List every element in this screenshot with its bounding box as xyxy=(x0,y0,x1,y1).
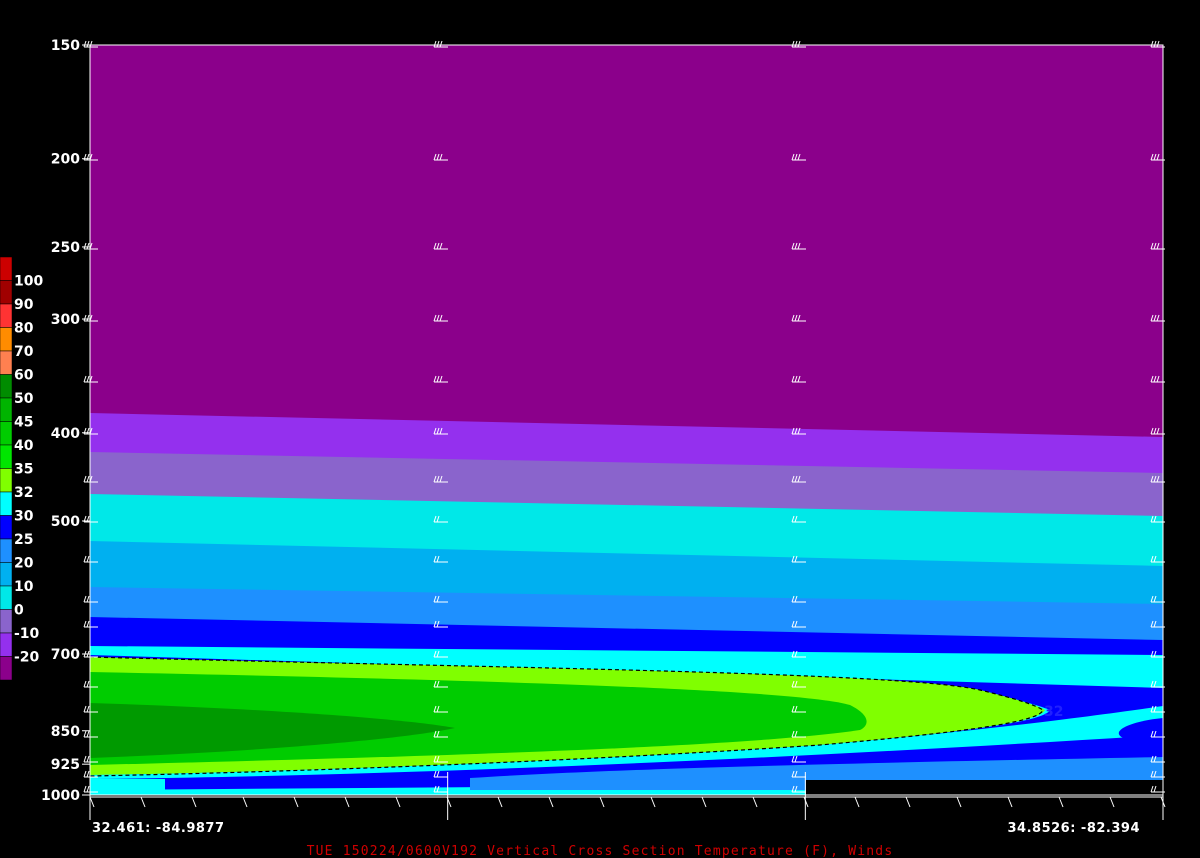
y-tick-label: 925 xyxy=(51,757,80,773)
y-tick-label: 400 xyxy=(51,426,80,442)
terrain-tick xyxy=(497,796,503,808)
terrain-tick xyxy=(89,796,95,808)
legend-swatch xyxy=(0,632,13,657)
cross-section-chart: 1502002503004005007008509251000 10090807… xyxy=(0,38,1166,858)
terrain-tick xyxy=(803,796,809,808)
legend-swatch xyxy=(0,374,13,399)
band-fill xyxy=(806,780,1163,795)
terrain-tick xyxy=(140,796,146,808)
y-tick-label: 300 xyxy=(51,312,80,328)
contour-32-label: 32 xyxy=(1044,704,1063,720)
legend-label: 70 xyxy=(14,344,34,360)
legend-swatch xyxy=(0,256,13,281)
legend-swatch xyxy=(0,280,13,305)
terrain-tick xyxy=(1109,796,1115,808)
legend-label: 30 xyxy=(14,509,34,525)
y-tick-label: 700 xyxy=(51,647,80,663)
legend-swatch xyxy=(0,350,13,375)
legend-label: 25 xyxy=(14,532,33,548)
x-start-label: 32.461: -84.9877 xyxy=(92,821,225,836)
legend-swatch xyxy=(0,585,13,610)
y-tick-label: 200 xyxy=(51,152,80,168)
legend-label: 80 xyxy=(14,321,34,337)
y-tick-label: 250 xyxy=(51,240,80,256)
legend-label: 60 xyxy=(14,368,34,384)
legend-swatch xyxy=(0,656,13,681)
x-end-label: 34.8526: -82.394 xyxy=(1008,821,1141,836)
legend-label: -10 xyxy=(14,626,40,642)
legend-label: 40 xyxy=(14,438,34,454)
y-tick-label: 500 xyxy=(51,514,80,530)
y-tick-label: 850 xyxy=(51,724,80,740)
legend-label: 35 xyxy=(14,462,33,478)
legend-swatch xyxy=(0,303,13,328)
terrain-tick xyxy=(956,796,962,808)
legend-swatch xyxy=(0,609,13,634)
terrain-tick xyxy=(395,796,401,808)
legend-label: 50 xyxy=(14,391,34,407)
terrain-tick xyxy=(599,796,605,808)
band-fill xyxy=(90,779,165,790)
terrain-tick xyxy=(854,796,860,808)
chart-title: TUE 150224/0600V192 Vertical Cross Secti… xyxy=(307,844,894,858)
legend-label: 0 xyxy=(14,603,24,619)
legend-label: -20 xyxy=(14,650,40,666)
terrain-tick xyxy=(191,796,197,808)
terrain-tick xyxy=(905,796,911,808)
legend-label: 100 xyxy=(14,274,43,290)
legend-swatch xyxy=(0,562,13,587)
legend-swatch xyxy=(0,327,13,352)
legend-swatch xyxy=(0,491,13,516)
terrain-tick xyxy=(242,796,248,808)
y-tick-label: 1000 xyxy=(41,788,80,804)
terrain-tick xyxy=(701,796,707,808)
legend-swatch xyxy=(0,421,13,446)
legend-swatch xyxy=(0,538,13,563)
terrain-tick xyxy=(752,796,758,808)
terrain-tick xyxy=(293,796,299,808)
legend-swatch xyxy=(0,397,13,422)
terrain-tick xyxy=(548,796,554,808)
legend-label: 10 xyxy=(14,579,34,595)
legend-swatch xyxy=(0,444,13,469)
legend-label: 20 xyxy=(14,556,34,572)
legend-label: 90 xyxy=(14,297,34,313)
legend-label: 32 xyxy=(14,485,33,501)
y-tick-label: 150 xyxy=(51,38,80,54)
terrain-tick xyxy=(1007,796,1013,808)
legend-label: 45 xyxy=(14,415,33,431)
legend-swatch xyxy=(0,515,13,540)
legend: 100908070605045403532302520100-10-20 xyxy=(0,256,43,681)
terrain-tick xyxy=(1058,796,1064,808)
legend-swatch xyxy=(0,468,13,493)
terrain-tick xyxy=(344,796,350,808)
terrain-tick xyxy=(650,796,656,808)
